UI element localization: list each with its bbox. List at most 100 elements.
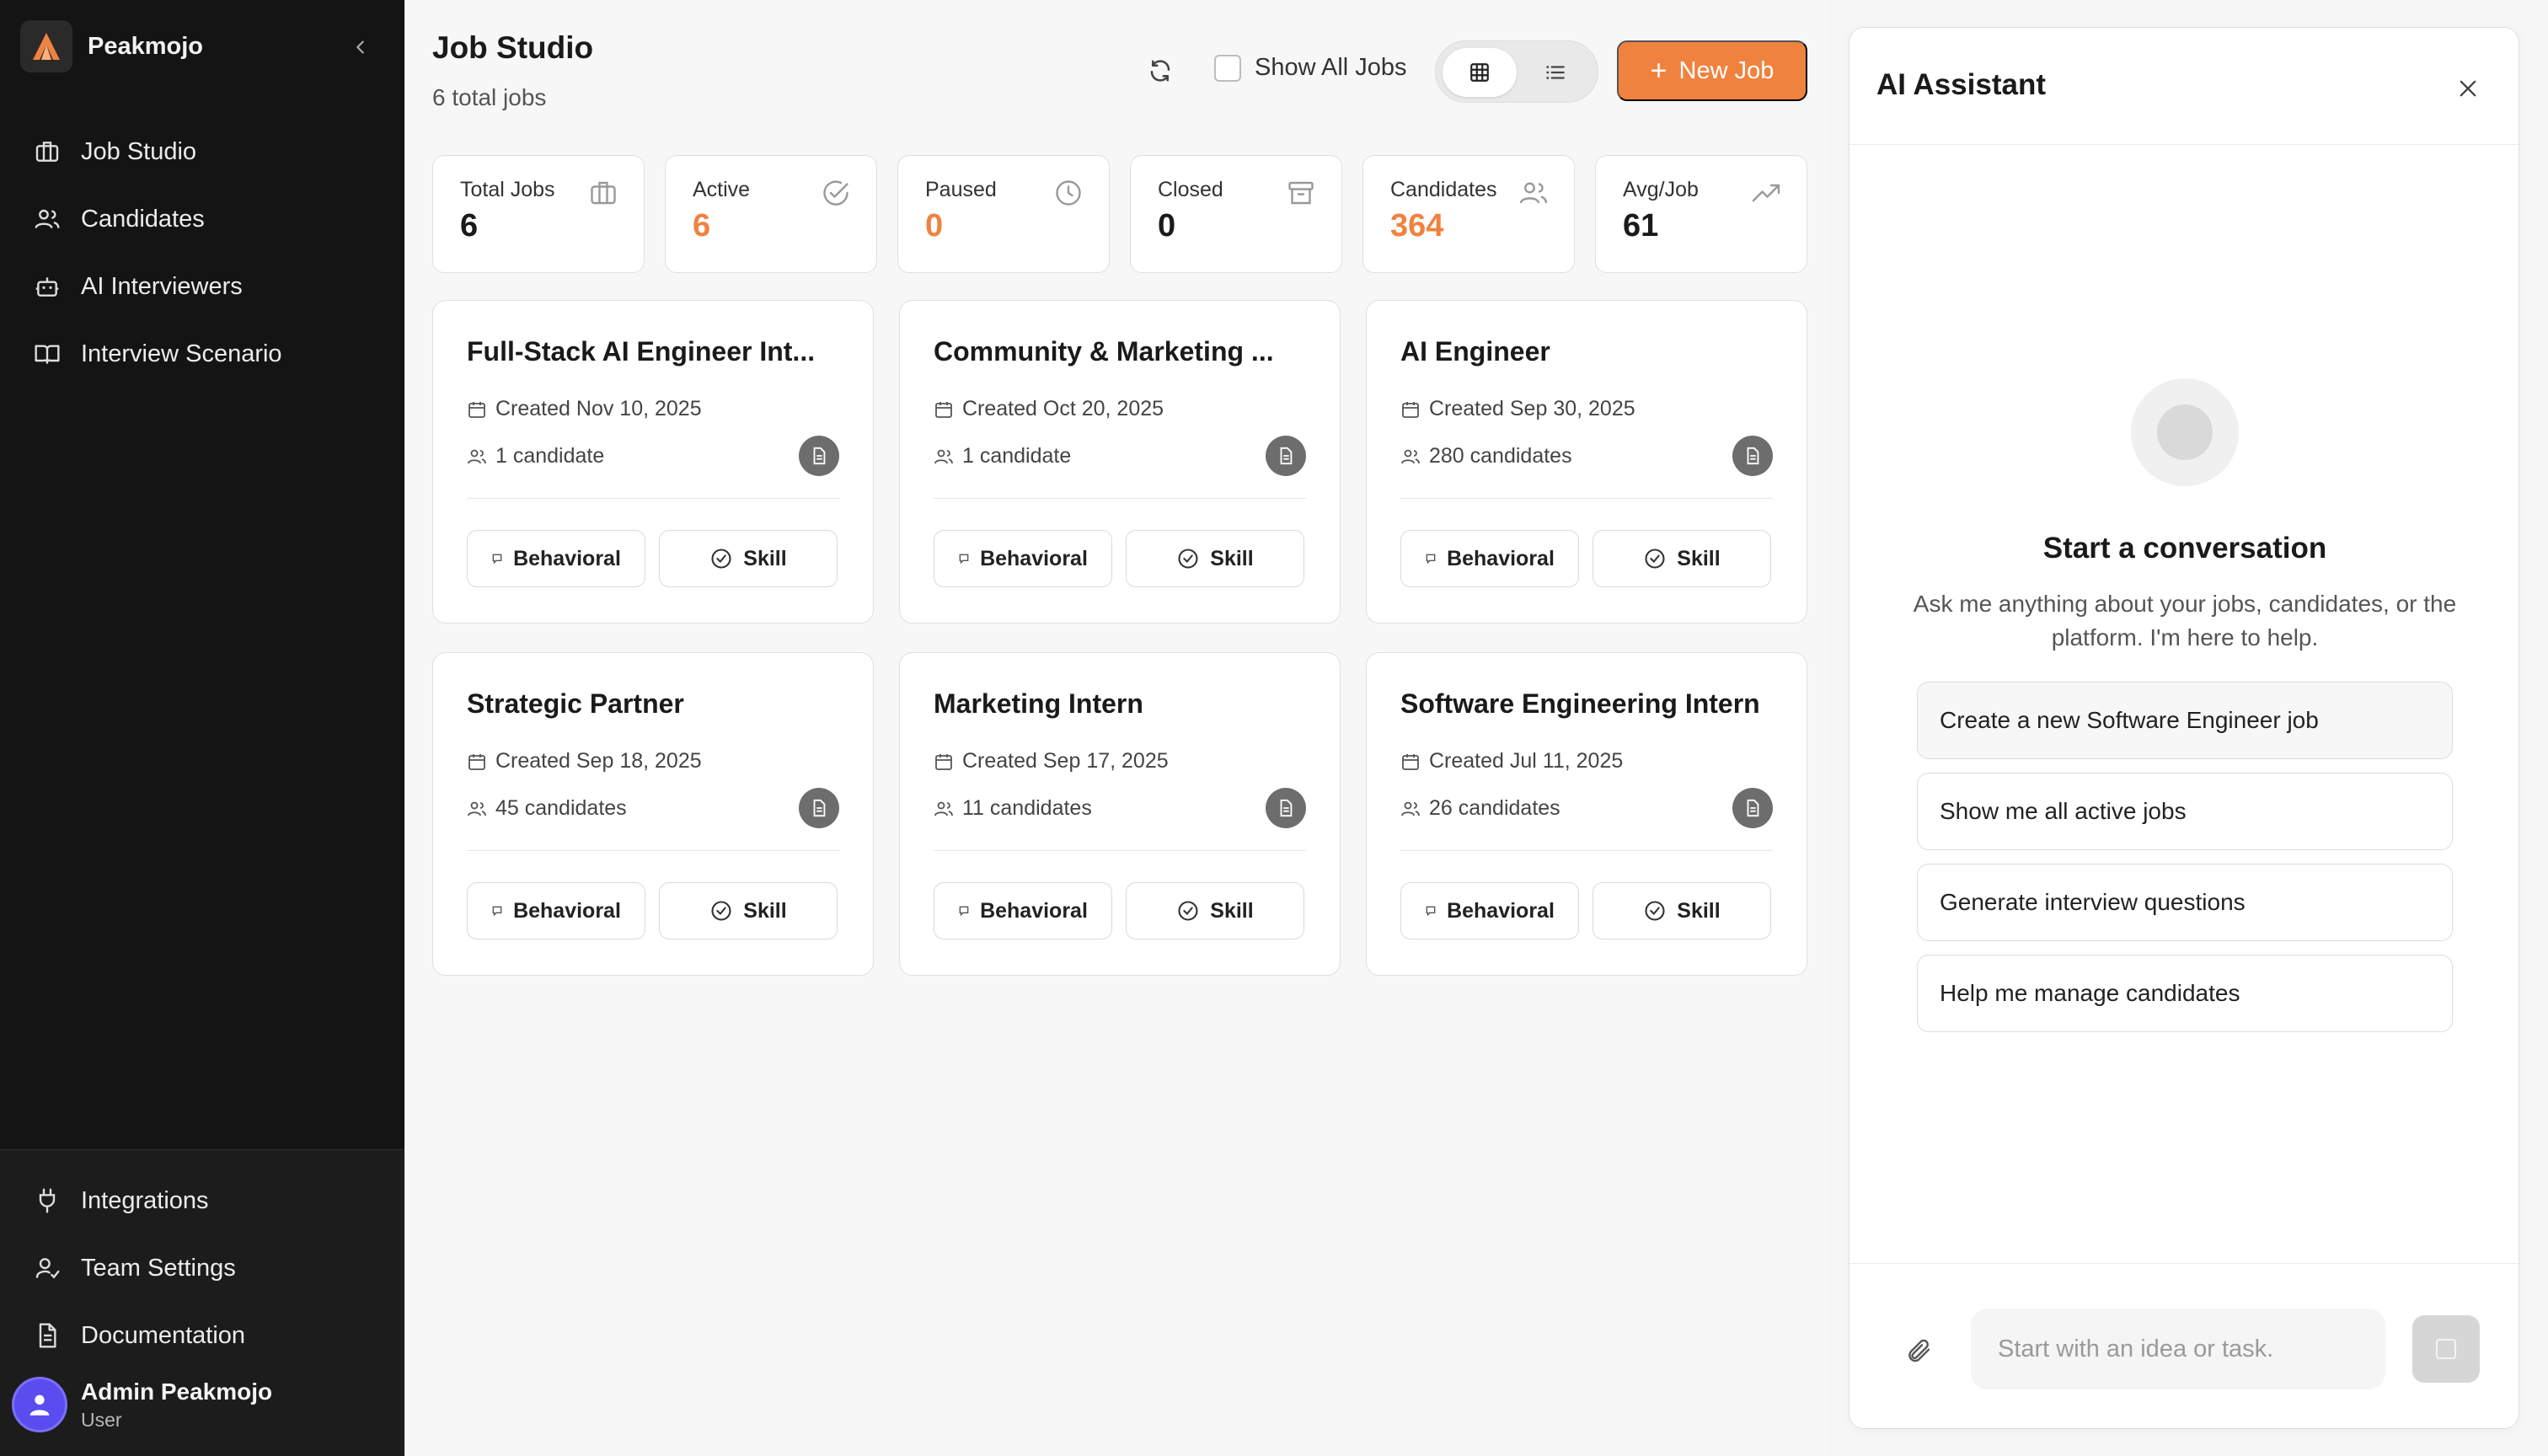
behavioral-button[interactable]: Behavioral [1400, 530, 1579, 587]
stat-active: Active 6 [665, 155, 877, 273]
job-candidates: 45 candidates [467, 796, 627, 821]
sidebar-secondary-nav: Integrations Team Settings Documentation [20, 1167, 384, 1369]
list-icon [1546, 66, 1565, 79]
new-job-button[interactable]: + New Job [1617, 40, 1807, 101]
brand[interactable]: Peakmojo [20, 20, 203, 72]
skill-button[interactable]: Skill [659, 530, 838, 587]
collapse-sidebar-button[interactable] [344, 30, 377, 64]
suggestion-button[interactable]: Create a new Software Engineer job [1917, 682, 2453, 759]
sidebar-item-label: Job Studio [81, 137, 197, 165]
sidebar-item-label: Interview Scenario [81, 340, 282, 367]
stat-label: Active [693, 178, 751, 201]
assistant-avatar-icon [2131, 378, 2239, 486]
behavioral-label: Behavioral [980, 546, 1088, 570]
job-candidates: 11 candidates [934, 796, 1092, 821]
sidebar-item-ai-interviewers[interactable]: AI Interviewers [20, 253, 384, 320]
show-all-jobs-checkbox[interactable] [1214, 54, 1241, 82]
job-description-button[interactable] [1266, 788, 1306, 828]
sidebar-item-label: Integrations [81, 1186, 209, 1214]
job-candidates: 280 candidates [1400, 444, 1572, 468]
behavioral-label: Behavioral [1447, 898, 1555, 923]
job-candidates: 26 candidates [1400, 796, 1560, 821]
skill-button[interactable]: Skill [1126, 530, 1304, 587]
assistant-title: AI Assistant [1876, 68, 2046, 101]
show-all-jobs-toggle[interactable]: Show All Jobs [1214, 54, 1407, 82]
job-created-text: Created Sep 30, 2025 [1429, 397, 1635, 420]
chat-input[interactable] [1971, 1309, 2385, 1389]
job-card[interactable]: Community & Marketing ... Created Oct 20… [899, 300, 1341, 624]
stat-label: Total Jobs [460, 178, 555, 201]
job-card[interactable]: Full-Stack AI Engineer Int... Created No… [432, 300, 874, 624]
job-title[interactable]: Software Engineering Intern [1400, 688, 1780, 720]
sidebar-item-job-studio[interactable]: Job Studio [20, 118, 384, 185]
send-button[interactable] [2412, 1315, 2480, 1383]
sidebar-item-documentation[interactable]: Documentation [20, 1302, 384, 1369]
job-title[interactable]: Community & Marketing ... [934, 336, 1313, 367]
suggestion-button[interactable]: Show me all active jobs [1917, 773, 2453, 850]
briefcase-icon [35, 142, 59, 162]
bot-icon [35, 277, 59, 297]
job-description-button[interactable] [1732, 788, 1773, 828]
attach-button[interactable] [1902, 1334, 1935, 1368]
sidebar-item-team-settings[interactable]: Team Settings [20, 1234, 384, 1302]
behavioral-button[interactable]: Behavioral [934, 530, 1112, 587]
close-assistant-button[interactable] [2451, 72, 2485, 105]
suggestion-button[interactable]: Help me manage candidates [1917, 955, 2453, 1032]
skill-label: Skill [1210, 898, 1254, 923]
job-candidates-text: 26 candidates [1429, 796, 1560, 820]
job-candidates-text: 280 candidates [1429, 444, 1572, 468]
job-created: Created Sep 18, 2025 [467, 749, 702, 774]
stop-icon [2436, 1339, 2456, 1359]
calendar-icon [1402, 753, 1419, 770]
user-profile[interactable]: Admin Peakmojo User [12, 1377, 272, 1432]
check-circle-icon [1645, 901, 1665, 921]
list-view-button[interactable] [1518, 48, 1592, 97]
sidebar-item-candidates[interactable]: Candidates [20, 185, 384, 253]
sidebar: Peakmojo Job Studio Candidates AI Interv… [0, 0, 404, 1456]
job-title[interactable]: Marketing Intern [934, 688, 1313, 720]
job-title[interactable]: AI Engineer [1400, 336, 1780, 367]
job-title[interactable]: Strategic Partner [467, 688, 846, 720]
skill-label: Skill [1677, 898, 1721, 923]
suggestion-button[interactable]: Generate interview questions [1917, 864, 2453, 941]
archive-icon [1288, 181, 1314, 205]
behavioral-button[interactable]: Behavioral [1400, 882, 1579, 939]
job-card[interactable]: Software Engineering Intern Created Jul … [1366, 652, 1807, 976]
skill-label: Skill [1210, 546, 1254, 570]
sidebar-item-interview-scenario[interactable]: Interview Scenario [20, 320, 384, 388]
sidebar-item-integrations[interactable]: Integrations [20, 1167, 384, 1234]
stats-row: Total Jobs 6 Active 6 Paused 0 Closed 0 … [432, 155, 1807, 273]
job-description-button[interactable] [799, 436, 839, 476]
job-description-button[interactable] [1266, 436, 1306, 476]
job-card[interactable]: Strategic Partner Created Sep 18, 2025 4… [432, 652, 874, 976]
behavioral-label: Behavioral [1447, 546, 1555, 570]
skill-button[interactable]: Skill [1126, 882, 1304, 939]
calendar-icon [935, 401, 952, 418]
job-card[interactable]: Marketing Intern Created Sep 17, 2025 11… [899, 652, 1341, 976]
check-circle-icon [1645, 549, 1665, 569]
behavioral-button[interactable]: Behavioral [467, 530, 645, 587]
skill-label: Skill [1677, 546, 1721, 570]
job-description-button[interactable] [1732, 436, 1773, 476]
stat-paused: Paused 0 [897, 155, 1110, 273]
job-candidates: 1 candidate [467, 444, 604, 468]
close-icon [2460, 80, 2476, 97]
stat-candidates: Candidates 364 [1362, 155, 1575, 273]
behavioral-button[interactable]: Behavioral [467, 882, 645, 939]
job-description-button[interactable] [799, 788, 839, 828]
user-info: Admin Peakmojo User [81, 1378, 272, 1432]
job-created-text: Created Sep 17, 2025 [962, 749, 1169, 773]
skill-button[interactable]: Skill [1592, 530, 1771, 587]
calendar-icon [468, 753, 485, 770]
job-card[interactable]: AI Engineer Created Sep 30, 2025 280 can… [1366, 300, 1807, 624]
users-icon [1519, 182, 1548, 204]
behavioral-button[interactable]: Behavioral [934, 882, 1112, 939]
grid-view-button[interactable] [1443, 48, 1517, 97]
behavioral-label: Behavioral [513, 898, 621, 923]
refresh-button[interactable] [1143, 54, 1177, 88]
chat-bubble-icon [492, 554, 502, 565]
skill-button[interactable]: Skill [1592, 882, 1771, 939]
skill-button[interactable]: Skill [659, 882, 838, 939]
job-title[interactable]: Full-Stack AI Engineer Int... [467, 336, 846, 367]
peakmojo-logo-icon [20, 20, 72, 72]
